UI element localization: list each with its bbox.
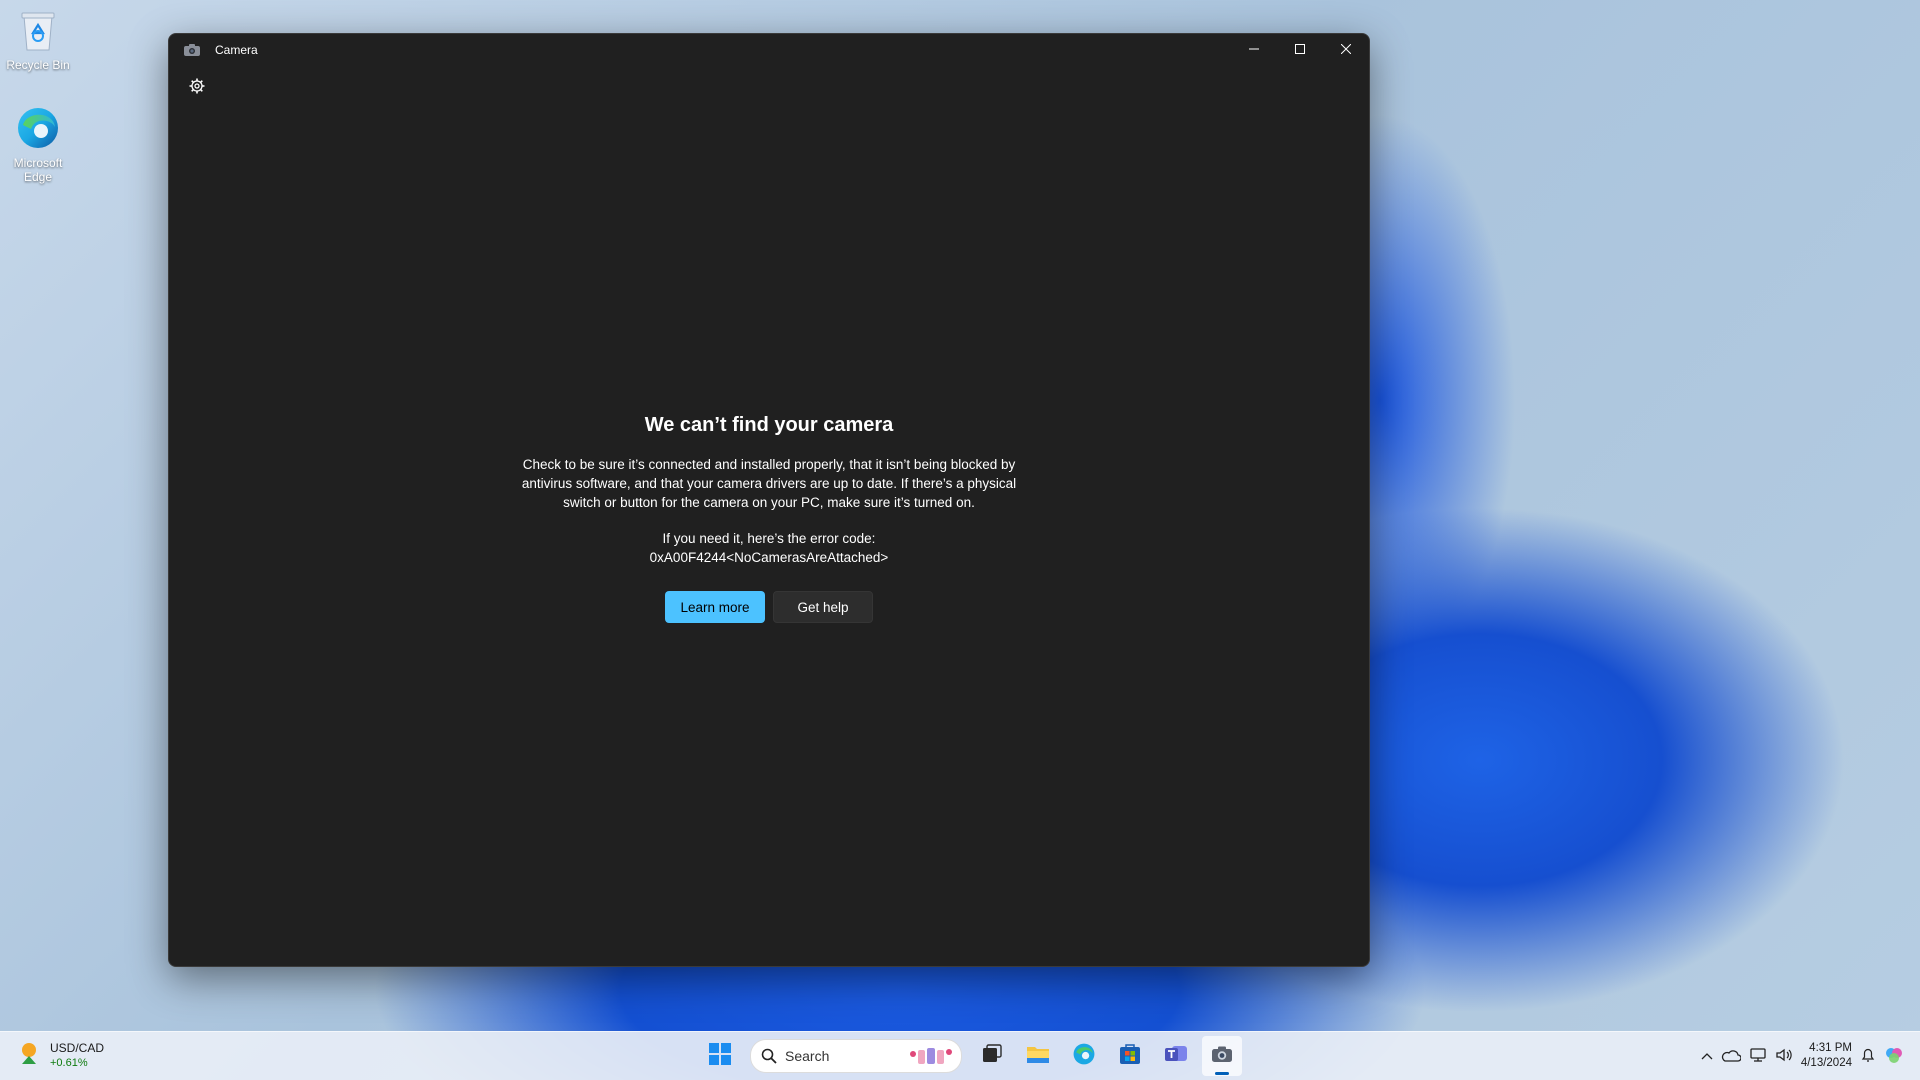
chevron-up-icon[interactable] <box>1701 1049 1713 1063</box>
file-explorer-button[interactable] <box>1018 1036 1058 1076</box>
edge-icon <box>14 104 62 152</box>
widget-change: +0.61% <box>50 1056 88 1069</box>
search-input[interactable]: Search <box>750 1039 962 1073</box>
settings-button[interactable] <box>181 72 213 104</box>
taskbar: USD/CAD +0.61% Search 4:31 PM 4/13/2024 <box>0 1031 1920 1080</box>
gear-icon <box>189 78 205 99</box>
camera-window: Camera We can’t find your camera Check t… <box>168 33 1370 967</box>
store-icon <box>1119 1043 1141 1070</box>
search-highlight-icon <box>909 1046 953 1066</box>
desktop-icon-edge[interactable]: Microsoft Edge <box>0 104 76 184</box>
close-icon <box>1340 43 1352 57</box>
error-code-intro: If you need it, here’s the error code: <box>662 531 876 546</box>
start-icon <box>709 1042 731 1070</box>
onedrive-icon[interactable] <box>1721 1048 1742 1065</box>
volume-icon[interactable] <box>1775 1047 1793 1066</box>
system-tray: 4:31 PM 4/13/2024 <box>1701 1036 1904 1076</box>
get-help-button[interactable]: Get help <box>773 591 873 623</box>
task-view-button[interactable] <box>972 1036 1012 1076</box>
taskbar-apps: Search <box>700 1036 1242 1076</box>
desktop-icon-label: Recycle Bin <box>6 58 70 72</box>
notification-bell-icon[interactable] <box>1860 1047 1876 1066</box>
clock-time: 4:31 PM <box>1809 1042 1852 1054</box>
search-placeholder: Search <box>785 1048 830 1064</box>
desktop-icon-recycle-bin[interactable]: Recycle Bin <box>0 6 76 72</box>
store-button[interactable] <box>1110 1036 1150 1076</box>
error-code: 0xA00F4244<NoCamerasAreAttached> <box>649 549 889 565</box>
start-button[interactable] <box>700 1036 740 1076</box>
desktop-icon-label: Microsoft Edge <box>13 156 63 184</box>
edge-icon <box>1072 1042 1096 1071</box>
action-buttons: Learn more Get help <box>665 591 873 623</box>
network-icon[interactable] <box>1749 1047 1767 1066</box>
error-panel: We can’t find your camera Check to be su… <box>169 414 1369 623</box>
close-button[interactable] <box>1323 34 1369 66</box>
camera-icon <box>183 43 201 57</box>
teams-button[interactable] <box>1156 1036 1196 1076</box>
edge-taskbar-button[interactable] <box>1064 1036 1104 1076</box>
currency-trend-icon <box>16 1040 42 1071</box>
clock-date: 4/13/2024 <box>1800 1057 1852 1069</box>
learn-more-button[interactable]: Learn more <box>665 591 765 623</box>
window-title: Camera <box>215 43 258 57</box>
minimize-icon <box>1249 43 1259 57</box>
file-explorer-icon <box>1026 1044 1050 1069</box>
teams-icon <box>1164 1043 1188 1070</box>
desktop: Recycle Bin Microsoft Edge Camera We can… <box>0 0 1920 1080</box>
maximize-icon <box>1295 43 1305 57</box>
clock[interactable]: 4:31 PM 4/13/2024 <box>1801 1041 1852 1071</box>
maximize-button[interactable] <box>1277 34 1323 66</box>
error-heading: We can’t find your camera <box>644 414 894 436</box>
camera-taskbar-button[interactable] <box>1202 1036 1242 1076</box>
copilot-icon[interactable] <box>1884 1045 1904 1068</box>
camera-icon <box>1211 1045 1233 1068</box>
minimize-button[interactable] <box>1231 34 1277 66</box>
search-icon <box>761 1048 777 1064</box>
active-app-indicator <box>1215 1072 1229 1075</box>
task-view-icon <box>982 1043 1002 1069</box>
widgets-button[interactable]: USD/CAD +0.61% <box>16 1040 104 1071</box>
error-description: Check to be sure it’s connected and inst… <box>521 457 1017 510</box>
widget-title: USD/CAD <box>50 1040 105 1055</box>
title-bar[interactable]: Camera <box>169 34 1369 66</box>
recycle-bin-icon <box>14 6 62 54</box>
